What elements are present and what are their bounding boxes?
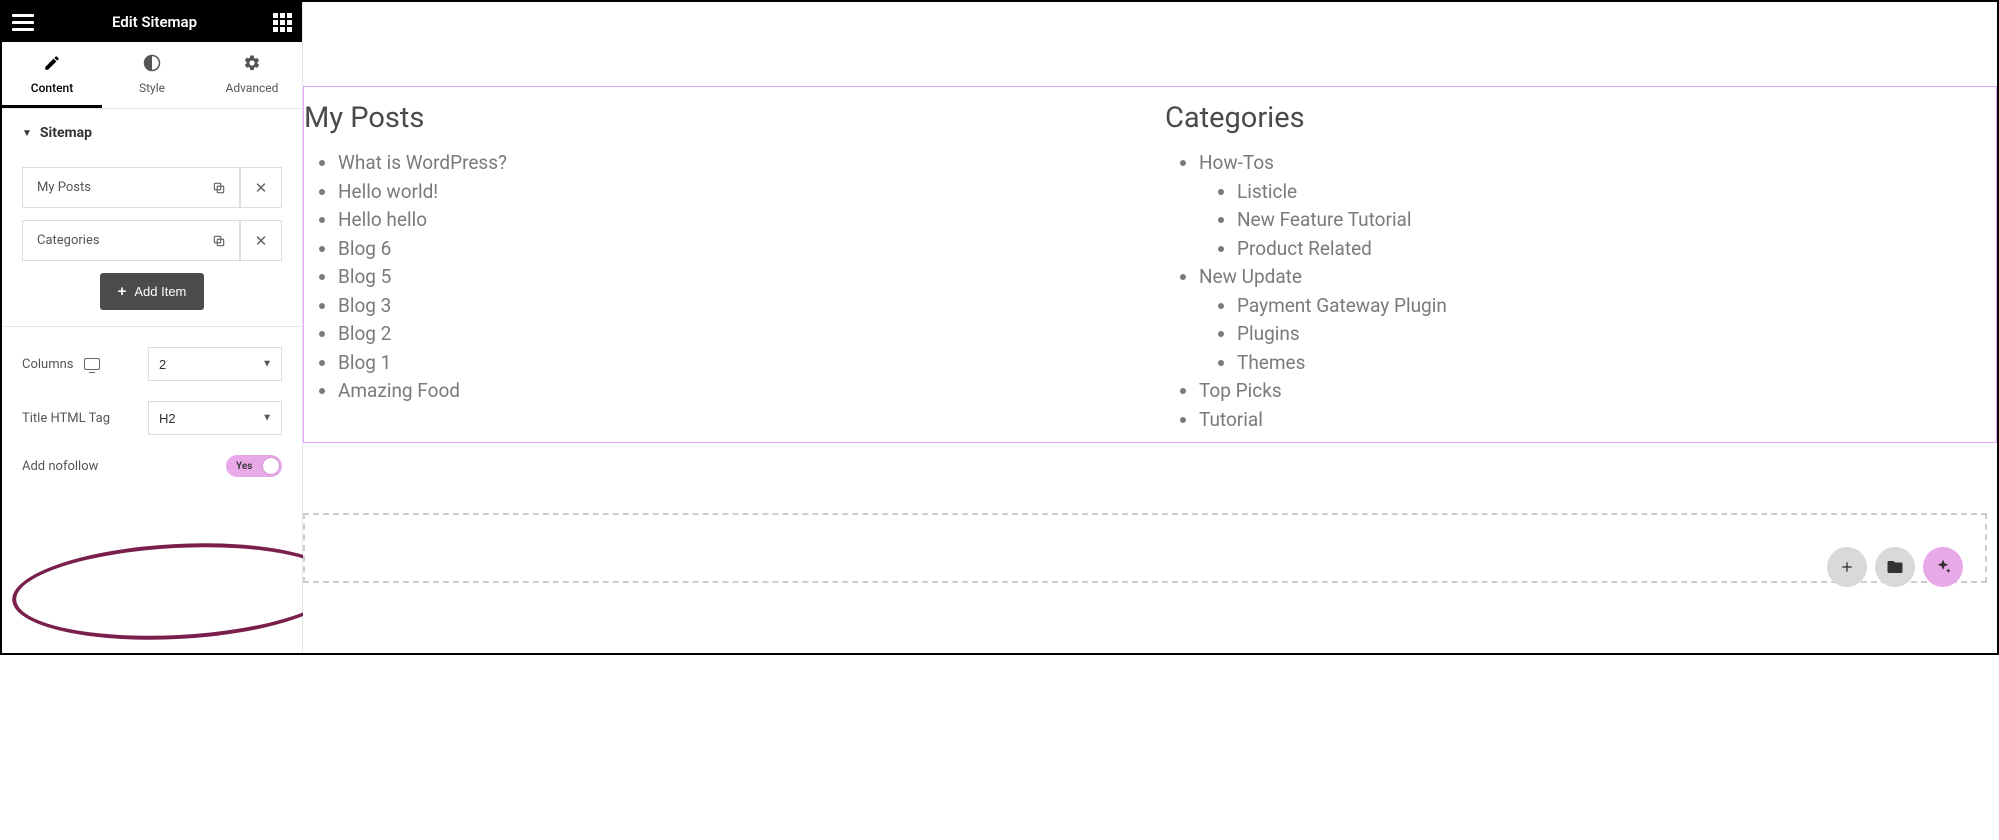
- categories-heading: Categories: [1165, 101, 1996, 135]
- tab-content-label: Content: [31, 81, 73, 95]
- title-tag-control: Title HTML Tag H2 ▼: [2, 395, 302, 449]
- toggle-value-label: Yes: [236, 461, 252, 472]
- preview-canvas: My Posts What is WordPress? Hello world!…: [303, 2, 1997, 653]
- posts-list: What is WordPress? Hello world! Hello he…: [304, 149, 1135, 406]
- contrast-icon: [102, 54, 202, 75]
- apps-grid-icon[interactable]: [273, 13, 292, 32]
- tab-content[interactable]: Content: [2, 42, 102, 108]
- list-item[interactable]: Blog 3: [338, 292, 1135, 321]
- sidebar-title: Edit Sitemap: [36, 13, 273, 31]
- hamburger-icon[interactable]: [12, 10, 36, 34]
- tab-advanced[interactable]: Advanced: [202, 42, 302, 108]
- caret-down-icon: ▼: [22, 128, 32, 139]
- plus-icon: +: [118, 283, 127, 300]
- folder-button[interactable]: [1875, 547, 1915, 587]
- list-item[interactable]: Blog 1: [338, 349, 1135, 378]
- title-tag-label: Title HTML Tag: [22, 411, 110, 426]
- sitemap-items: My Posts ✕ Categories ✕ + Add Item: [2, 157, 302, 326]
- sitemap-column-categories: Categories How-Tos Listicle New Feature …: [1135, 101, 1996, 434]
- list-item[interactable]: What is WordPress?: [338, 149, 1135, 178]
- list-item[interactable]: Amazing Food: [338, 377, 1135, 406]
- sitemap-item[interactable]: My Posts: [22, 167, 198, 208]
- categories-list: How-Tos Listicle New Feature Tutorial Pr…: [1165, 149, 1996, 434]
- desktop-icon[interactable]: [84, 358, 100, 370]
- editor-sidebar: Edit Sitemap Content Style Advanced: [2, 2, 303, 653]
- sitemap-column-posts: My Posts What is WordPress? Hello world!…: [304, 101, 1135, 434]
- duplicate-button[interactable]: [198, 167, 240, 208]
- add-section-zone[interactable]: [303, 513, 1987, 583]
- list-item[interactable]: Blog 2: [338, 320, 1135, 349]
- sitemap-item[interactable]: Categories: [22, 220, 198, 261]
- columns-control: Columns 2 ▼: [2, 341, 302, 395]
- list-item[interactable]: Product Related: [1237, 235, 1996, 264]
- remove-button[interactable]: ✕: [240, 220, 282, 261]
- section-title: Sitemap: [40, 125, 92, 141]
- list-item[interactable]: Listicle: [1237, 178, 1996, 207]
- nofollow-toggle[interactable]: Yes: [226, 455, 282, 477]
- tab-advanced-label: Advanced: [226, 81, 279, 95]
- add-item-label: Add Item: [134, 284, 186, 299]
- add-section-button[interactable]: [1827, 547, 1867, 587]
- posts-heading: My Posts: [304, 101, 1135, 135]
- columns-label: Columns: [22, 357, 74, 372]
- list-item[interactable]: Tutorial: [1199, 406, 1996, 435]
- list-item[interactable]: Plugins: [1237, 320, 1996, 349]
- list-item[interactable]: Blog 5: [338, 263, 1135, 292]
- divider: [2, 326, 302, 327]
- columns-select[interactable]: 2: [148, 347, 282, 381]
- duplicate-button[interactable]: [198, 220, 240, 261]
- sitemap-item-row: Categories ✕: [22, 220, 282, 261]
- floating-actions: [1827, 547, 1963, 587]
- nofollow-control: Add nofollow Yes: [2, 449, 302, 483]
- sitemap-item-row: My Posts ✕: [22, 167, 282, 208]
- list-item[interactable]: Hello world!: [338, 178, 1135, 207]
- list-item[interactable]: How-Tos Listicle New Feature Tutorial Pr…: [1199, 149, 1996, 263]
- gear-icon: [202, 54, 302, 75]
- list-item[interactable]: Top Picks: [1199, 377, 1996, 406]
- tab-style[interactable]: Style: [102, 42, 202, 108]
- section-sitemap-header[interactable]: ▼ Sitemap: [2, 109, 302, 157]
- ai-button[interactable]: [1923, 547, 1963, 587]
- list-item[interactable]: New Update Payment Gateway Plugin Plugin…: [1199, 263, 1996, 377]
- sidebar-header: Edit Sitemap: [2, 2, 302, 42]
- pencil-icon: [2, 54, 102, 75]
- list-item[interactable]: Payment Gateway Plugin: [1237, 292, 1996, 321]
- list-item[interactable]: Blog 6: [338, 235, 1135, 264]
- list-item[interactable]: New Feature Tutorial: [1237, 206, 1996, 235]
- list-item[interactable]: Hello hello: [338, 206, 1135, 235]
- widget-selection[interactable]: My Posts What is WordPress? Hello world!…: [303, 86, 1997, 443]
- nofollow-label: Add nofollow: [22, 459, 98, 474]
- title-tag-select[interactable]: H2: [148, 401, 282, 435]
- tab-style-label: Style: [139, 81, 165, 95]
- sidebar-tabs: Content Style Advanced: [2, 42, 302, 109]
- add-item-button[interactable]: + Add Item: [100, 273, 205, 310]
- remove-button[interactable]: ✕: [240, 167, 282, 208]
- list-item[interactable]: Themes: [1237, 349, 1996, 378]
- toggle-knob: [262, 457, 280, 475]
